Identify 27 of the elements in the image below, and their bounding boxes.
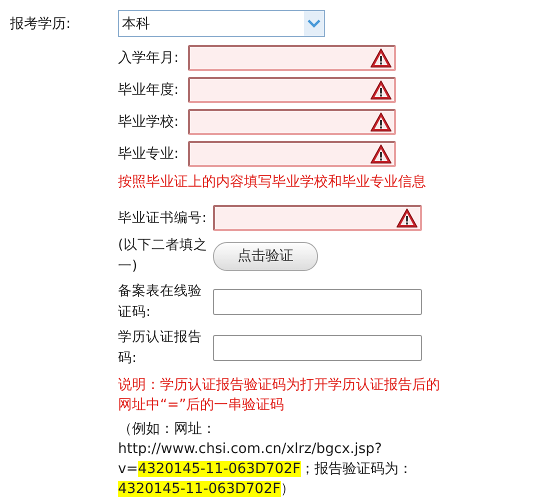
input-field[interactable] [213,335,422,361]
warning-icon [370,48,392,68]
field-label: 备案表在线验证码: [118,282,203,322]
example-text: （例如：网址：http://www.chsi.com.cn/xlrz/bgcx.jsp?v=4320145-11-063D702F；报告验证码为： 4320145-11-063D702F） [118,420,414,499]
warning-icon [370,80,392,100]
input-field[interactable] [188,77,396,103]
education-select[interactable]: 本科 [118,10,325,37]
hint-text: 按照毕业证上的内容填写毕业学校和毕业专业信息 [118,173,427,191]
field-label: 报考学历: [10,14,72,32]
input-field[interactable] [188,45,396,71]
field-label: 学历认证报告码: [118,328,203,368]
chevron-down-icon [307,19,321,28]
explanation-text: 说明：学历认证报告验证码为打开学历认证报告后的网址中“=”后的一串验证码 [118,376,441,415]
field-label: 毕业年度: [118,81,180,99]
field-label: (以下二者填之一) [118,236,208,276]
input-field[interactable] [213,205,422,231]
warning-icon [396,208,418,228]
input-field[interactable] [188,141,396,167]
verify-button[interactable]: 点击验证 [213,242,318,270]
field-label: 毕业证书编号: [118,208,208,228]
field-label: 毕业学校: [118,113,180,131]
field-label: 入学年月: [118,49,180,67]
warning-icon [370,144,392,164]
warning-icon [370,112,392,132]
input-field[interactable] [188,109,396,135]
input-field[interactable] [213,289,422,315]
field-label: 毕业专业: [118,145,180,163]
